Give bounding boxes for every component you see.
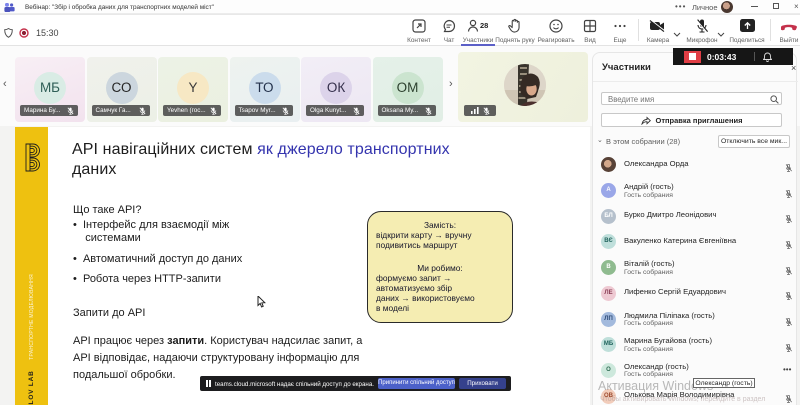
svg-text:28: 28 <box>480 21 488 30</box>
